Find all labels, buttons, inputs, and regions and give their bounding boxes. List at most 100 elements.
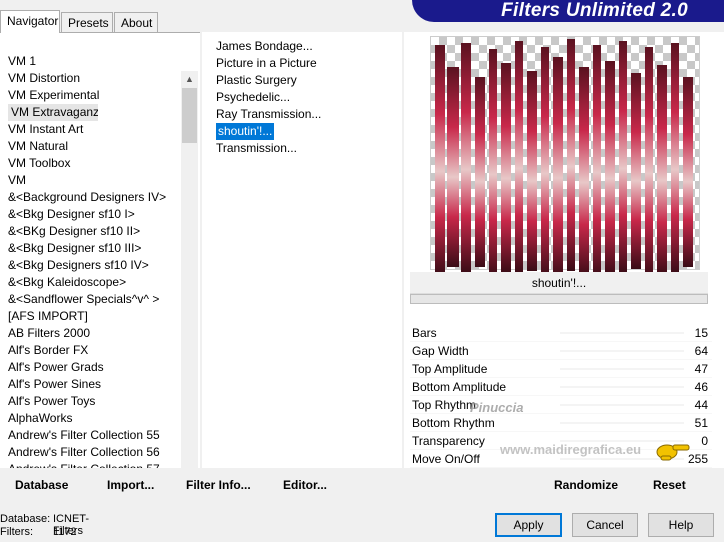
param-slider[interactable] <box>560 350 684 352</box>
filter-item[interactable]: Ray Transmission... <box>216 106 321 123</box>
database-button[interactable]: Database <box>15 478 68 492</box>
filter-item-label: shoutin'!... <box>216 123 275 140</box>
param-value: 46 <box>694 380 708 394</box>
param-value: 15 <box>694 326 708 340</box>
current-filter-name: shoutin'!... <box>410 272 708 294</box>
category-item[interactable]: Alf's Border FX <box>0 342 180 359</box>
filter-item[interactable]: James Bondage... <box>216 38 321 55</box>
category-item[interactable]: VM Extravaganza <box>8 104 98 121</box>
category-item[interactable]: &<Sandflower Specials^v^ > <box>0 291 180 308</box>
category-item[interactable]: VM Instant Art <box>0 121 180 138</box>
preview-panel: shoutin'!... Bars 15 Gap Width 64 Top Amplit… <box>404 32 724 468</box>
database-label: Database: <box>0 513 51 525</box>
preview-strip <box>631 73 641 269</box>
category-item[interactable]: Andrew's Filter Collection 56 <box>0 444 180 461</box>
preview-strip <box>605 61 615 275</box>
category-item[interactable]: &<Bkg Kaleidoscope> <box>0 274 180 291</box>
category-item[interactable]: &<Bkg Designer sf10 I> <box>0 206 180 223</box>
filter-item-label: James Bondage... <box>216 39 313 53</box>
filter-item-label: Transmission... <box>216 141 297 155</box>
category-item[interactable]: VM Distortion <box>0 70 180 87</box>
param-row[interactable]: Bottom Rhythm 51 <box>410 414 712 432</box>
category-item[interactable]: VM <box>0 172 180 189</box>
category-item[interactable]: VM Toolbox <box>0 155 180 172</box>
param-row[interactable]: Bottom Amplitude 46 <box>410 378 712 396</box>
preview-strip <box>435 45 445 275</box>
filter-list: James Bondage... Picture in a Picture Plas… <box>216 38 321 157</box>
param-name: Bars <box>412 326 437 340</box>
category-item[interactable]: Andrew's Filter Collection 55 <box>0 427 180 444</box>
preview-strip <box>475 77 485 267</box>
pointing-hand-icon <box>655 441 691 461</box>
param-value: 44 <box>694 398 708 412</box>
preview-strip <box>657 65 667 275</box>
import-button[interactable]: Import... <box>107 478 154 492</box>
category-item[interactable]: &<Bkg Designers sf10 IV> <box>0 257 180 274</box>
preview-strip <box>619 41 627 273</box>
apply-button[interactable]: Apply <box>495 513 562 537</box>
category-item[interactable]: Alf's Power Grads <box>0 359 180 376</box>
category-item[interactable]: VM Natural <box>0 138 180 155</box>
tab-about[interactable]: About <box>114 12 158 32</box>
category-item[interactable]: AB Filters 2000 <box>0 325 180 342</box>
tab-navigator[interactable]: Navigator <box>0 10 60 33</box>
filter-item[interactable]: Transmission... <box>216 140 321 157</box>
category-item[interactable]: VM Experimental <box>0 87 180 104</box>
param-row[interactable]: Gap Width 64 <box>410 342 712 360</box>
param-name: Move On/Off <box>412 452 480 466</box>
filter-panel: James Bondage... Picture in a Picture Plas… <box>202 32 402 468</box>
filter-item-label: Picture in a Picture <box>216 56 317 70</box>
preview-strip <box>553 57 563 277</box>
param-value: 51 <box>694 416 708 430</box>
filters-label: Filters: <box>0 526 33 538</box>
param-slider[interactable] <box>560 332 684 334</box>
category-item[interactable]: &<Bkg Designer sf10 III> <box>0 240 180 257</box>
param-slider[interactable] <box>560 386 684 388</box>
category-item[interactable]: &<BKg Designer sf10 II> <box>0 223 180 240</box>
param-row[interactable]: Top Rhythm 44 <box>410 396 712 414</box>
category-scrollbar[interactable]: ▲ ▼ <box>181 71 198 499</box>
category-item[interactable]: &<Background Designers IV> <box>0 189 180 206</box>
filter-item[interactable]: Plastic Surgery <box>216 72 321 89</box>
category-item[interactable]: [AFS IMPORT] <box>0 308 180 325</box>
category-item[interactable]: AlphaWorks <box>0 410 180 427</box>
filter-info-button[interactable]: Filter Info... <box>186 478 251 492</box>
filter-item-label: Ray Transmission... <box>216 107 322 121</box>
category-item[interactable]: Alf's Power Toys <box>0 393 180 410</box>
param-name: Top Rhythm <box>412 398 477 412</box>
preview-strip <box>447 67 459 267</box>
param-name: Top Amplitude <box>412 362 488 376</box>
scroll-thumb[interactable] <box>182 88 197 143</box>
param-slider[interactable] <box>560 422 684 424</box>
randomize-button[interactable]: Randomize <box>554 478 618 492</box>
scroll-up-icon[interactable]: ▲ <box>181 71 198 88</box>
app-title-banner: Filters Unlimited 2.0 <box>412 0 724 22</box>
param-slider[interactable] <box>560 368 684 370</box>
preview-strip <box>461 43 471 273</box>
param-name: Bottom Amplitude <box>412 380 507 394</box>
progress-bar <box>410 294 708 304</box>
param-row[interactable]: Bars 15 <box>410 324 712 342</box>
filter-item[interactable]: Psychedelic... <box>216 89 321 106</box>
preview-image <box>430 36 700 277</box>
filter-item[interactable]: Picture in a Picture <box>216 55 321 72</box>
param-value: 64 <box>694 344 708 358</box>
preview-strip <box>501 63 511 273</box>
category-item[interactable]: VM 1 <box>0 53 180 70</box>
help-button[interactable]: Help <box>648 513 714 537</box>
param-name: Gap Width <box>412 344 469 358</box>
preview-strip <box>579 67 589 277</box>
preview-strip <box>489 49 497 277</box>
param-slider[interactable] <box>560 404 684 406</box>
filter-item[interactable]: shoutin'!... <box>216 123 321 140</box>
param-row[interactable]: Top Amplitude 47 <box>410 360 712 378</box>
param-name: Bottom Rhythm <box>412 416 495 430</box>
tab-presets[interactable]: Presets <box>61 12 113 32</box>
preview-strip <box>567 39 575 271</box>
category-item[interactable]: Alf's Power Sines <box>0 376 180 393</box>
editor-button[interactable]: Editor... <box>283 478 327 492</box>
preview-strip <box>541 47 549 277</box>
preview-strip <box>527 71 537 271</box>
cancel-button[interactable]: Cancel <box>572 513 638 537</box>
reset-button[interactable]: Reset <box>653 478 686 492</box>
